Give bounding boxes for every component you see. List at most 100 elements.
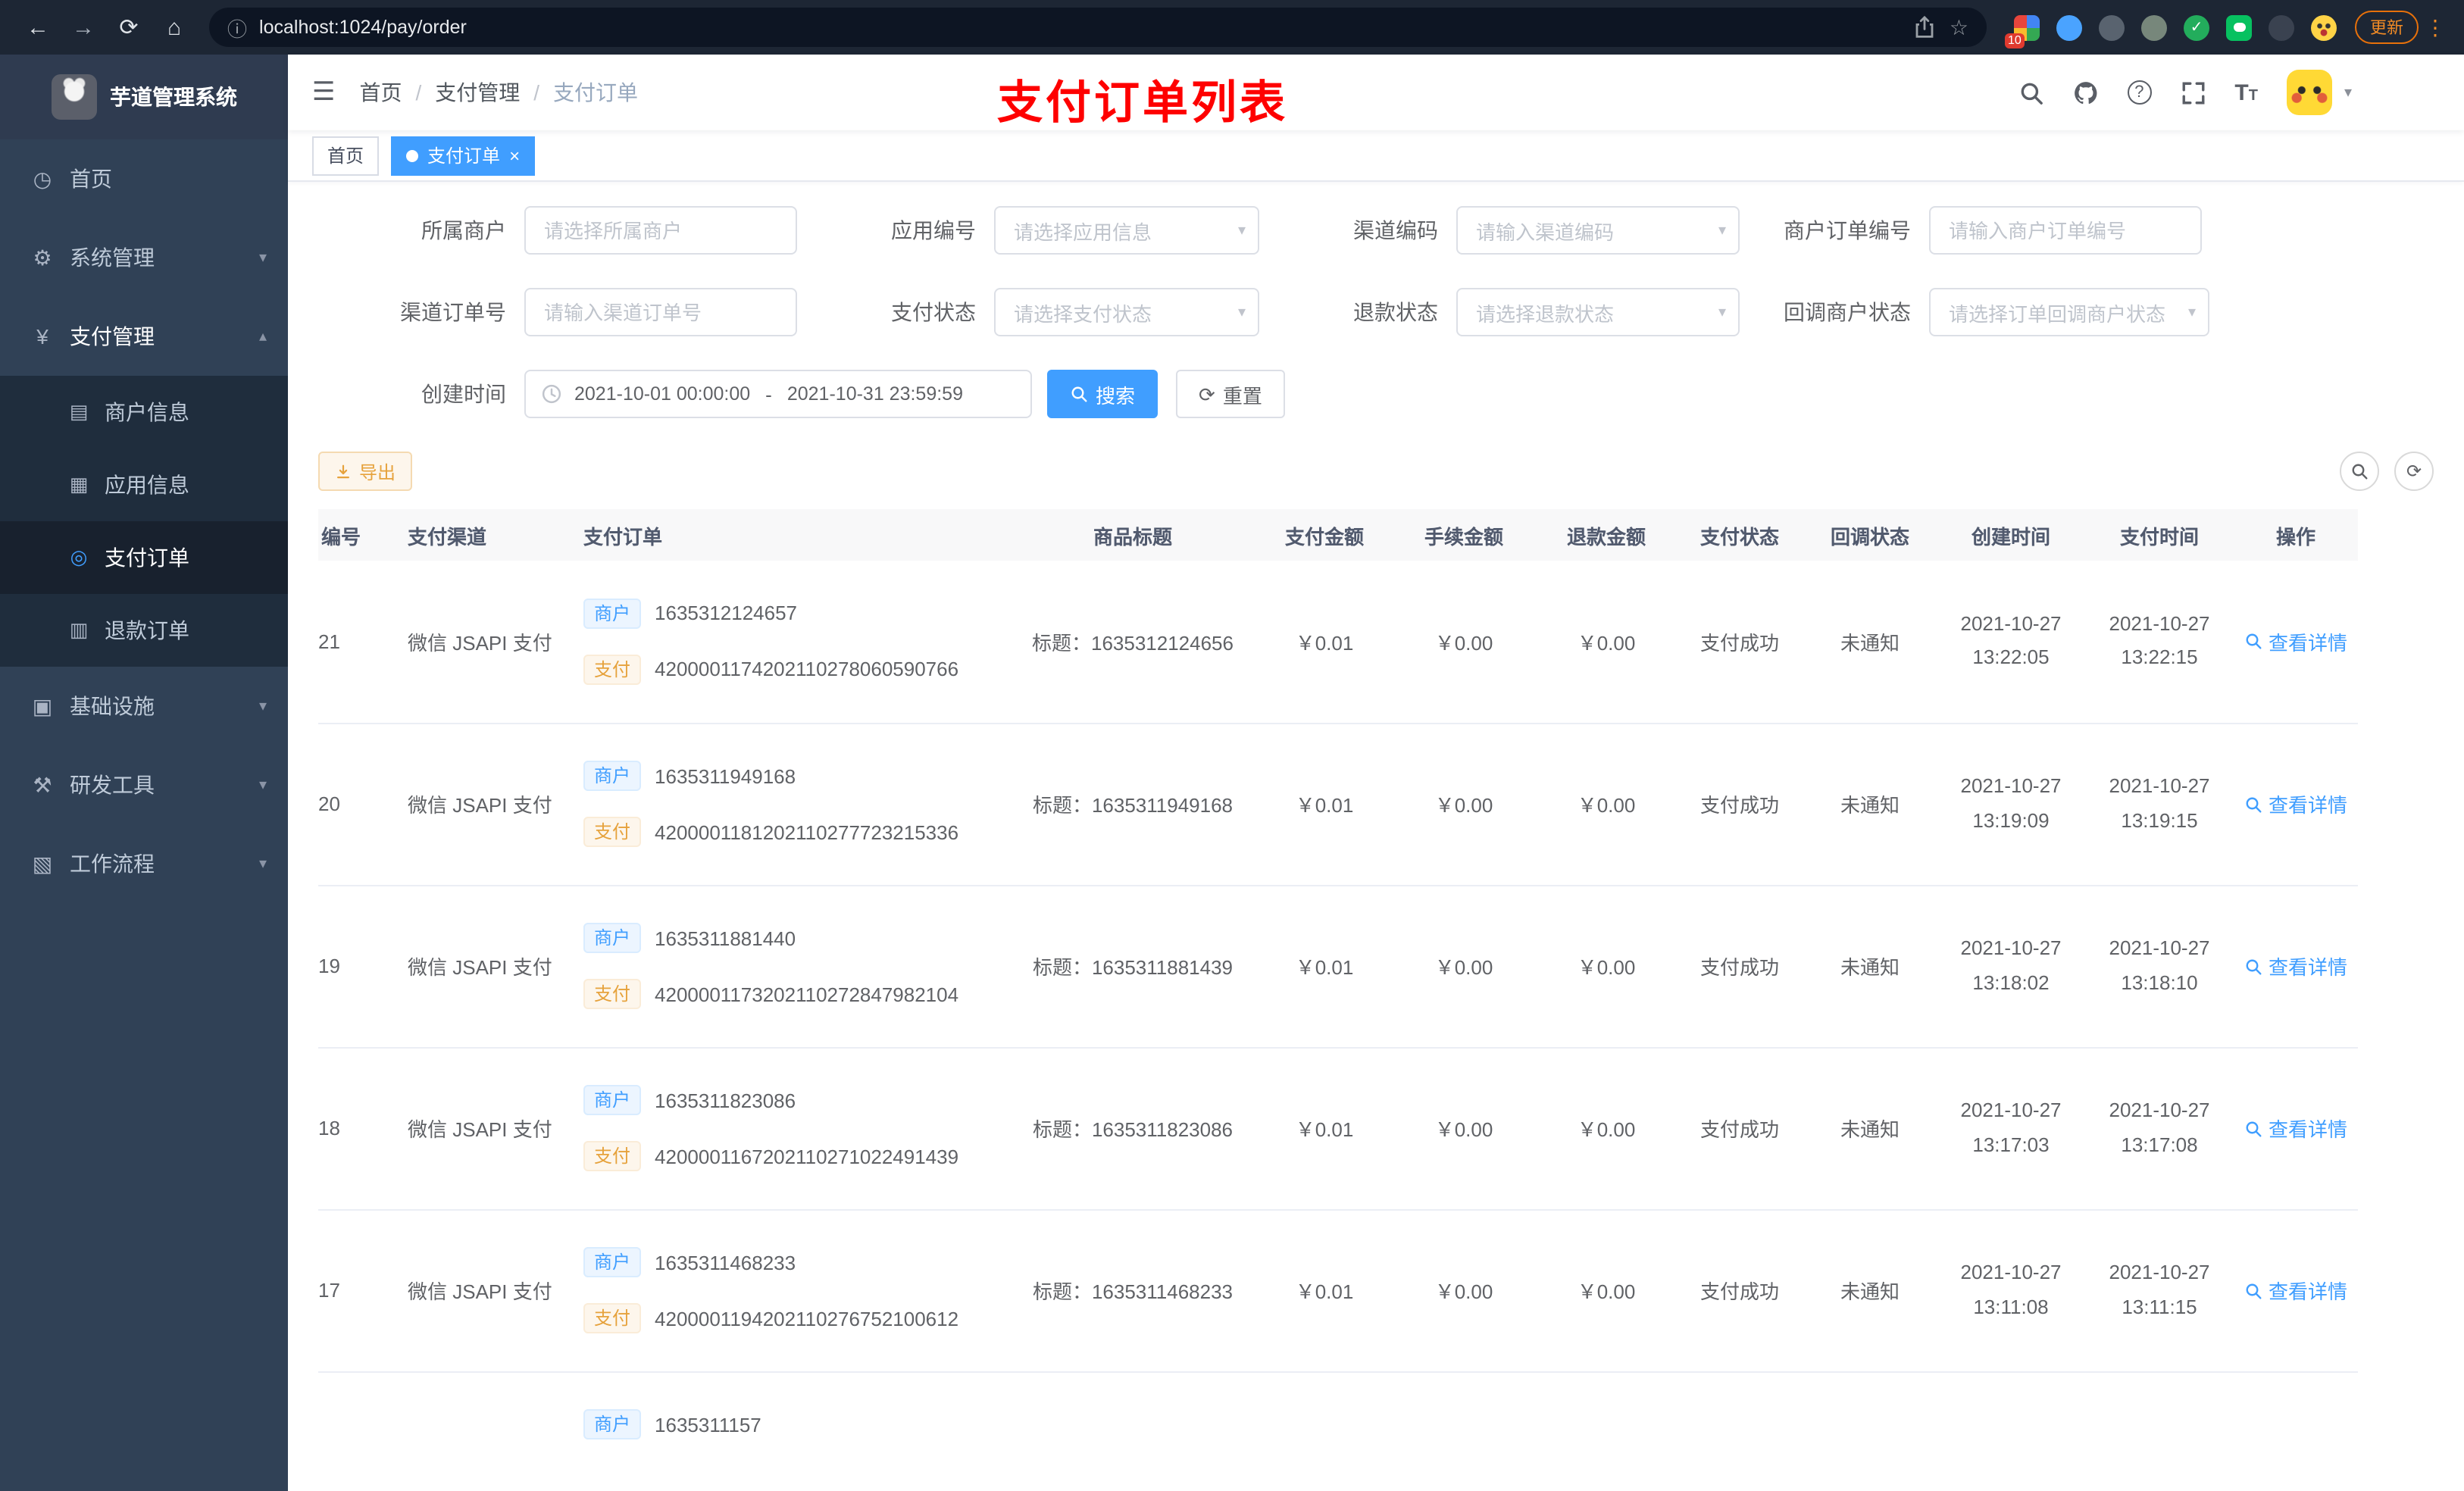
channel-code-filter-select[interactable]: 请输入渠道编码 ▾ xyxy=(1456,206,1740,255)
sidebar-item-infrastructure[interactable]: ▣ 基础设施 ▾ xyxy=(0,667,288,746)
browser-refresh-button[interactable]: ⟳ xyxy=(109,8,149,47)
site-info-icon[interactable]: ⓘ xyxy=(227,13,247,42)
cell-pay-amount xyxy=(1258,1371,1391,1491)
table-row: 18 微信 JSAPI 支付 商户 1635311823086 支付 42000… xyxy=(318,1047,2358,1210)
sidebar-item-merchant-info[interactable]: ▤ 商户信息 xyxy=(0,376,288,449)
breadcrumb-home[interactable]: 首页 xyxy=(360,77,402,108)
merchant-order-line: 商户 1635311157 xyxy=(583,1409,1008,1439)
yen-icon: ¥ xyxy=(36,324,48,349)
view-detail-link[interactable]: 查看详情 xyxy=(2244,952,2347,980)
avatar[interactable] xyxy=(2286,70,2332,115)
view-detail-label: 查看详情 xyxy=(2268,794,2347,817)
refund-status-filter-select[interactable]: 请选择退款状态 ▾ xyxy=(1456,288,1740,336)
extension-emoji-icon[interactable] xyxy=(2311,14,2337,40)
fullscreen-icon[interactable] xyxy=(2180,80,2206,105)
pay-status-filter-select[interactable]: 请选择支付状态 ▾ xyxy=(994,288,1259,336)
extension-dark-icon[interactable] xyxy=(2099,14,2125,40)
merchant-filter-input[interactable] xyxy=(524,206,797,255)
sidebar-item-app-info[interactable]: ▦ 应用信息 xyxy=(0,449,288,521)
tag-home[interactable]: 首页 xyxy=(312,136,380,175)
extension-pin-icon[interactable] xyxy=(2269,14,2294,40)
sidebar-item-workflow[interactable]: ▧ 工作流程 ▾ xyxy=(0,824,288,903)
view-detail-link[interactable]: 查看详情 xyxy=(2244,1276,2347,1305)
browser-home-button[interactable]: ⌂ xyxy=(155,8,194,47)
cell-fee-amount xyxy=(1391,1371,1537,1491)
browser-menu-icon[interactable]: ⋮ xyxy=(2425,14,2446,40)
reset-button[interactable]: ⟳ 重置 xyxy=(1176,370,1285,418)
sidebar-item-payment[interactable]: ¥ 支付管理 ▴ xyxy=(0,297,288,376)
cell-refund-amount: ￥0.00 xyxy=(1537,885,1676,1048)
browser-back-button[interactable]: ← xyxy=(18,8,58,47)
refund-status-filter-label: 退款状态 xyxy=(1353,300,1438,324)
app-no-filter-select[interactable]: 请选择应用信息 ▾ xyxy=(994,206,1259,255)
active-dot xyxy=(406,149,419,161)
tools-icon: ⚒ xyxy=(33,772,52,796)
create-time-range-picker[interactable]: 2021-10-01 00:00:00 - 2021-10-31 23:59:5… xyxy=(524,370,1032,418)
cell-refund-amount: ￥0.00 xyxy=(1537,1209,1676,1372)
chevron-down-icon: ▾ xyxy=(258,855,267,872)
extension-green-icon[interactable]: ✓ xyxy=(2184,14,2209,40)
sidebar: 芋道管理系统 ◷ 首页 ⚙ 系统管理 ▾ ¥ 支付管理 ▴ ▤ 商户信息 ▦ 应… xyxy=(0,55,288,1491)
extension-grid-icon[interactable]: 10 xyxy=(2005,14,2040,48)
search-button[interactable]: 搜索 xyxy=(1047,370,1159,418)
cell-action: 查看详情 xyxy=(2234,885,2358,1048)
sidebar-item-refund-order[interactable]: ▥ 退款订单 xyxy=(0,594,288,667)
extension-drop-icon[interactable] xyxy=(2056,14,2082,40)
cell-order-id: 19 xyxy=(318,885,402,1048)
address-bar[interactable]: ⓘ localhost:1024/pay/order ☆ xyxy=(209,8,1987,47)
date-start: 2021-10-01 00:00:00 xyxy=(574,383,751,405)
breadcrumb-payment[interactable]: 支付管理 xyxy=(435,77,520,108)
logo-avatar xyxy=(51,74,96,120)
close-icon[interactable]: × xyxy=(509,146,520,164)
sidebar-item-home[interactable]: ◷ 首页 xyxy=(0,139,288,218)
extension-chat-icon[interactable] xyxy=(2226,14,2252,40)
top-navbar: ☰ 首页 / 支付管理 / 支付订单 支付订单列表 ? TT ▾ xyxy=(288,55,2464,130)
tag-pay-order[interactable]: 支付订单 × xyxy=(391,136,536,175)
view-detail-link[interactable]: 查看详情 xyxy=(2244,789,2347,818)
merchant-order-line: 商户 1635311468233 xyxy=(583,1247,1008,1277)
chevron-up-icon: ▴ xyxy=(258,328,267,345)
chevron-down-icon: ▾ xyxy=(1718,222,1726,239)
merchant-order-no-filter-input[interactable] xyxy=(1929,206,2202,255)
channel-pay-no: 4200001167202110271022491439 xyxy=(655,1145,959,1167)
merchant-tag: 商户 xyxy=(583,761,642,791)
user-menu[interactable]: ▾ xyxy=(2286,70,2352,115)
refresh-table-button[interactable]: ⟳ xyxy=(2394,452,2434,491)
merchant-order-line: 商户 1635311949168 xyxy=(583,761,1008,791)
dashboard-icon: ◷ xyxy=(33,166,52,190)
header-actions: 操作 xyxy=(2234,509,2358,561)
sidebar-toggle-icon[interactable]: ☰ xyxy=(312,77,336,108)
search-icon[interactable] xyxy=(2018,80,2043,105)
sidebar-item-pay-order[interactable]: ◎ 支付订单 xyxy=(0,521,288,594)
page-title-annotation: 支付订单列表 xyxy=(997,79,1288,129)
help-icon[interactable]: ? xyxy=(2127,80,2152,105)
merchant-order-no: 1635311468233 xyxy=(655,1251,796,1274)
cell-fee-amount: ￥0.00 xyxy=(1391,723,1537,886)
sidebar-item-dev-tools[interactable]: ⚒ 研发工具 ▾ xyxy=(0,746,288,824)
cell-notify-status xyxy=(1803,1371,1937,1491)
header-notify-status: 回调状态 xyxy=(1803,509,1937,561)
browser-update-button[interactable]: 更新 xyxy=(2355,11,2419,44)
logo[interactable]: 芋道管理系统 xyxy=(0,55,288,139)
header-refund-amount: 退款金额 xyxy=(1537,509,1676,561)
notify-status-filter-select[interactable]: 请选择订单回调商户状态 ▾ xyxy=(1929,288,2209,336)
export-button[interactable]: 导出 xyxy=(318,452,413,491)
font-size-icon[interactable]: TT xyxy=(2234,81,2258,104)
bookmark-star-icon[interactable]: ☆ xyxy=(1950,14,1968,40)
view-detail-label: 查看详情 xyxy=(2268,1280,2347,1303)
view-detail-link[interactable]: 查看详情 xyxy=(2244,627,2347,656)
view-detail-link[interactable]: 查看详情 xyxy=(2244,1114,2347,1142)
cell-pay-amount: ￥0.01 xyxy=(1258,723,1391,886)
channel-order-no-filter-input[interactable] xyxy=(524,288,797,336)
cell-refund-amount: ￥0.00 xyxy=(1537,561,1676,724)
toggle-search-button[interactable] xyxy=(2340,452,2379,491)
channel-pay-no: 4200001194202110276752100612 xyxy=(655,1307,959,1330)
cell-fee-amount: ￥0.00 xyxy=(1391,1047,1537,1210)
sidebar-item-system[interactable]: ⚙ 系统管理 ▾ xyxy=(0,218,288,297)
cell-pay-order: 商户 1635311157 支付 xyxy=(576,1371,1008,1491)
share-icon[interactable] xyxy=(1913,15,1937,39)
channel-order-line: 支付 4200001181202110277723215336 xyxy=(583,817,1008,847)
browser-forward-button[interactable]: → xyxy=(64,8,103,47)
github-icon[interactable] xyxy=(2072,80,2098,105)
extension-gray-icon[interactable] xyxy=(2141,14,2167,40)
